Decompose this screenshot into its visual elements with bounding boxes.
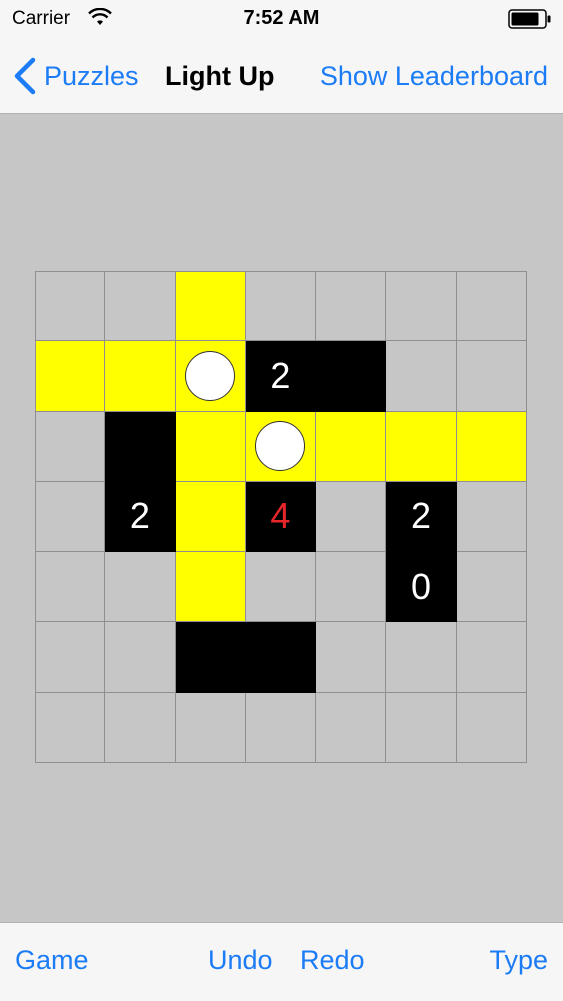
lit-cell[interactable] (175, 481, 246, 553)
numbered-wall-cell: 0 (386, 552, 457, 623)
empty-cell[interactable] (386, 341, 457, 412)
back-button[interactable]: Puzzles (12, 54, 139, 98)
empty-cell[interactable] (386, 692, 457, 763)
lit-cell[interactable] (105, 341, 176, 412)
wall-cell (105, 411, 176, 482)
empty-cell[interactable] (35, 481, 106, 553)
puzzle-board: 2 2 4 2 0 (35, 271, 527, 763)
lit-cell[interactable] (175, 552, 246, 623)
empty-cell[interactable] (316, 622, 387, 693)
empty-cell[interactable] (456, 692, 527, 763)
empty-cell[interactable] (35, 622, 106, 693)
empty-cell[interactable] (386, 271, 457, 342)
navigation-bar: Puzzles Light Up Show Leaderboard (0, 40, 563, 114)
empty-cell[interactable] (386, 622, 457, 693)
wall-cell (316, 341, 387, 412)
empty-cell[interactable] (316, 481, 387, 553)
show-leaderboard-button[interactable]: Show Leaderboard (320, 61, 548, 92)
type-button[interactable]: Type (489, 945, 548, 976)
empty-cell[interactable] (245, 552, 317, 623)
numbered-wall-cell: 2 (105, 481, 176, 553)
status-bar: Carrier 7:52 AM (0, 0, 563, 40)
lit-cell[interactable] (456, 411, 527, 482)
empty-cell[interactable] (316, 271, 387, 342)
game-button[interactable]: Game (15, 945, 89, 976)
empty-cell[interactable] (316, 552, 387, 623)
empty-cell[interactable] (35, 271, 106, 342)
empty-cell[interactable] (456, 341, 527, 412)
lit-cell[interactable] (175, 271, 246, 342)
numbered-wall-cell: 4 (245, 481, 317, 553)
page-title: Light Up (165, 61, 275, 91)
empty-cell[interactable] (456, 481, 527, 553)
numbered-wall-cell: 2 (245, 341, 317, 412)
lit-cell[interactable] (35, 341, 106, 412)
light-bulb-icon (185, 350, 236, 401)
wall-cell (175, 622, 246, 693)
empty-cell[interactable] (456, 271, 527, 342)
bulb-cell[interactable] (175, 341, 246, 412)
wall-number: 2 (129, 495, 150, 537)
empty-cell[interactable] (105, 552, 176, 623)
empty-cell[interactable] (316, 692, 387, 763)
empty-cell[interactable] (456, 552, 527, 623)
lit-cell[interactable] (175, 411, 246, 482)
back-label: Puzzles (44, 60, 139, 91)
empty-cell[interactable] (35, 411, 106, 482)
lit-cell[interactable] (316, 411, 387, 482)
wall-number: 2 (410, 495, 431, 537)
battery-icon (508, 9, 551, 29)
bottom-toolbar: Game Undo Redo Type (0, 922, 563, 1001)
wall-cell (245, 622, 317, 693)
empty-cell[interactable] (35, 692, 106, 763)
empty-cell[interactable] (35, 552, 106, 623)
bulb-cell[interactable] (245, 411, 317, 482)
numbered-wall-cell: 2 (386, 481, 457, 553)
empty-cell[interactable] (456, 622, 527, 693)
redo-button[interactable]: Redo (300, 945, 365, 976)
chevron-left-icon (14, 57, 36, 95)
wall-number: 4 (270, 495, 291, 537)
light-bulb-icon (255, 421, 306, 472)
wall-number: 2 (270, 354, 291, 396)
empty-cell[interactable] (105, 271, 176, 342)
lit-cell[interactable] (386, 411, 457, 482)
undo-button[interactable]: Undo (208, 945, 273, 976)
status-time: 7:52 AM (243, 7, 320, 29)
empty-cell[interactable] (175, 692, 246, 763)
empty-cell[interactable] (105, 692, 176, 763)
empty-cell[interactable] (245, 692, 317, 763)
empty-cell[interactable] (245, 271, 317, 342)
empty-cell[interactable] (105, 622, 176, 693)
wall-number: 0 (410, 565, 431, 607)
